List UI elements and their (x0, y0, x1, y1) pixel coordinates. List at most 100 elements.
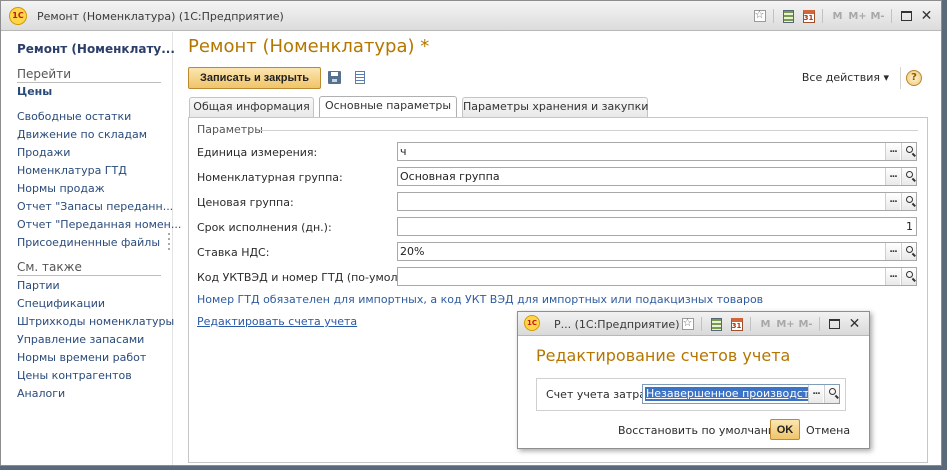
maximize-button[interactable] (826, 316, 843, 333)
1c-logo-icon[interactable]: 1С (9, 7, 27, 25)
customs-code-choose-button[interactable]: ... (885, 268, 900, 285)
edit-accounts-dialog: 1С Р... (1С:Предприятие) 31 M M+ M- ✕ Ре… (517, 311, 870, 449)
nav-item-work-time-norms[interactable]: Нормы времени работ (17, 351, 146, 364)
maximize-icon (901, 11, 912, 21)
favorites-icon (753, 8, 766, 22)
help-icon[interactable]: ? (906, 70, 922, 86)
close-icon: ✕ (920, 8, 933, 24)
cost-account-choose-button[interactable]: ... (808, 385, 823, 403)
unit-field[interactable]: ч ... (397, 142, 917, 161)
save-disk-icon[interactable] (328, 71, 341, 84)
tab-main-parameters[interactable]: Основные параметры (319, 96, 457, 117)
title-bar: 1С Ремонт (Номенклатура) (1С:Предприятие… (1, 1, 941, 31)
unit-open-button[interactable] (901, 143, 916, 160)
memory-store-button[interactable]: M (757, 316, 774, 333)
nav-item-batches[interactable]: Партии (17, 279, 60, 292)
nomenclature-group-label: Номенклатурная группа: (197, 171, 343, 184)
memory-add-button[interactable]: M+ (776, 316, 794, 333)
nomenclature-group-field[interactable]: Основная группа ... (397, 167, 917, 186)
nav-item-barcodes[interactable]: Штрихкоды номенклатуры (17, 315, 174, 328)
nav-item-sales-norms[interactable]: Нормы продаж (17, 182, 105, 195)
title-bar-separator (822, 9, 823, 23)
favorites-button[interactable] (679, 316, 696, 333)
toolbar-separator (900, 67, 901, 89)
dialog-heading: Редактирование счетов учета (536, 346, 791, 365)
restore-defaults-button[interactable]: Восстановить по умолчанию (618, 424, 784, 437)
save-and-close-button[interactable]: Записать и закрыть (188, 67, 321, 89)
search-icon (905, 196, 913, 203)
price-group-field[interactable]: ... (397, 192, 917, 211)
nav-item-report-transferred-nomenclature[interactable]: Отчет "Переданная номен... (17, 218, 181, 231)
calculator-button[interactable] (780, 8, 797, 25)
calculator-icon (783, 9, 794, 23)
panel-splitter-handle[interactable] (168, 233, 172, 253)
nomenclature-group-choose-button[interactable]: ... (885, 168, 900, 185)
memory-add-button[interactable]: M+ (848, 8, 866, 25)
edit-accounts-link[interactable]: Редактировать счета учета (197, 315, 357, 328)
lead-time-field[interactable]: 1 (397, 217, 917, 236)
title-bar-separator (773, 9, 774, 23)
parameters-group-title: Параметры (197, 123, 263, 136)
unit-choose-button[interactable]: ... (885, 143, 900, 160)
lead-time-value: 1 (906, 220, 913, 233)
nav-item-counterparty-prices[interactable]: Цены контрагентов (17, 369, 132, 382)
1c-logo-icon[interactable]: 1С (524, 315, 540, 331)
nav-item-prices[interactable]: Цены (17, 85, 52, 98)
document-list-icon[interactable] (355, 71, 365, 84)
search-icon (905, 146, 913, 153)
nav-item-stock-management[interactable]: Управление запасами (17, 333, 144, 346)
all-actions-menu[interactable]: Все действия ▾ (802, 71, 889, 84)
title-bar-separator (891, 9, 892, 23)
cost-account-value: Незавершенное производство (645, 387, 824, 401)
cost-account-field[interactable]: Незавершенное производство ... (642, 384, 840, 404)
nav-item-sales[interactable]: Продажи (17, 146, 70, 159)
search-icon (828, 388, 836, 395)
ok-button[interactable]: OK (770, 419, 800, 440)
nav-item-report-transferred-stock[interactable]: Отчет "Запасы переданн... (17, 200, 173, 213)
memory-subtract-button[interactable]: M- (869, 8, 886, 25)
dialog-title-bar: 1С Р... (1С:Предприятие) 31 M M+ M- ✕ (518, 312, 869, 336)
nomenclature-group-value: Основная группа (400, 170, 500, 183)
calendar-button[interactable]: 31 (800, 8, 817, 25)
tab-general-info[interactable]: Общая информация (189, 97, 314, 117)
calendar-icon: 31 (730, 317, 743, 331)
customs-code-field[interactable]: ... (397, 267, 917, 286)
price-group-open-button[interactable] (901, 193, 916, 210)
title-bar-buttons: 31 M M+ M- ✕ (748, 7, 935, 25)
nav-title: Ремонт (Номенклату... (17, 42, 175, 56)
vat-rate-field[interactable]: 20% ... (397, 242, 917, 261)
close-button[interactable]: ✕ (846, 316, 863, 333)
unit-label: Единица измерения: (197, 146, 318, 159)
vat-rate-open-button[interactable] (901, 243, 916, 260)
calendar-button[interactable]: 31 (728, 316, 745, 333)
nomenclature-group-open-button[interactable] (901, 168, 916, 185)
tab-storage-purchase[interactable]: Параметры хранения и закупки (462, 97, 648, 117)
price-group-choose-button[interactable]: ... (885, 193, 900, 210)
calculator-button[interactable] (708, 316, 725, 333)
calendar-icon: 31 (802, 9, 815, 23)
vat-rate-choose-button[interactable]: ... (885, 243, 900, 260)
cost-account-open-button[interactable] (824, 385, 839, 403)
nav-item-free-stock[interactable]: Свободные остатки (17, 110, 131, 123)
price-group-label: Ценовая группа: (197, 196, 294, 209)
window-title: Ремонт (Номенклатура) (1С:Предприятие) (37, 10, 284, 23)
close-button[interactable]: ✕ (918, 8, 935, 25)
title-bar-separator (750, 317, 751, 331)
customs-code-open-button[interactable] (901, 268, 916, 285)
vat-rate-label: Ставка НДС: (197, 246, 270, 259)
title-bar-separator (819, 317, 820, 331)
nav-item-specifications[interactable]: Спецификации (17, 297, 105, 310)
maximize-button[interactable] (898, 8, 915, 25)
vat-rate-value: 20% (400, 245, 425, 258)
nav-item-attached-files[interactable]: Присоединенные файлы (17, 236, 160, 249)
favorites-button[interactable] (751, 8, 768, 25)
nav-item-analogs[interactable]: Аналоги (17, 387, 65, 400)
search-icon (905, 171, 913, 178)
nav-see-also-header: См. также (17, 260, 161, 276)
memory-store-button[interactable]: M (829, 8, 846, 25)
cancel-button[interactable]: Отмена (806, 424, 850, 437)
memory-subtract-button[interactable]: M- (797, 316, 814, 333)
nav-item-warehouse-movement[interactable]: Движение по складам (17, 128, 147, 141)
nav-item-gtd-nomenclature[interactable]: Номенклатура ГТД (17, 164, 127, 177)
calculator-icon (711, 317, 722, 331)
